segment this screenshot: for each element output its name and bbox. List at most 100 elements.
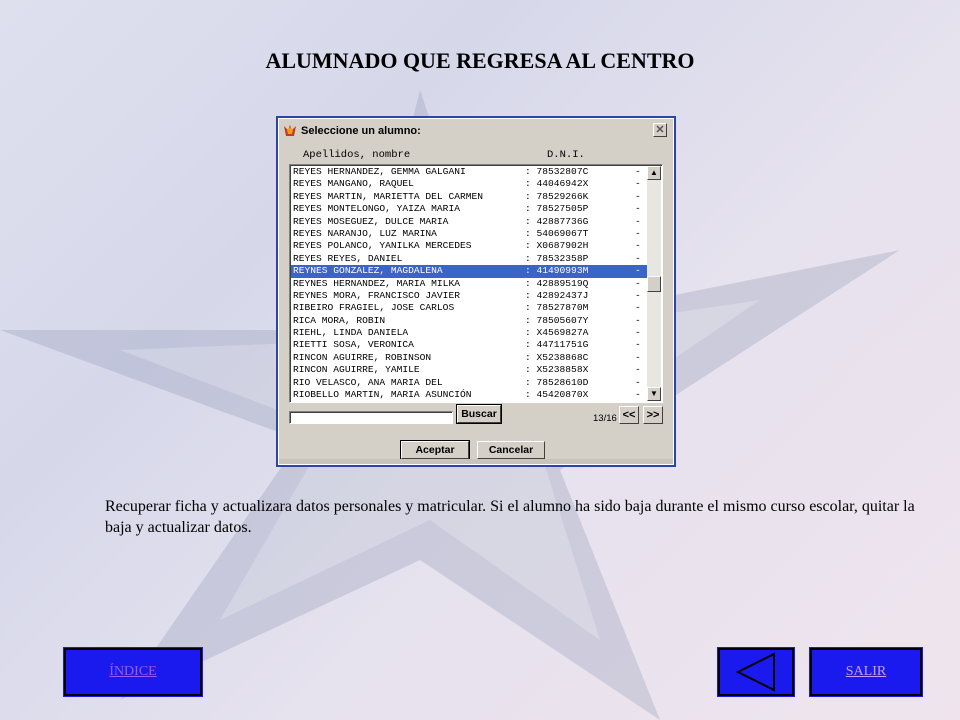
student-dni: : X5238868C [525, 351, 589, 363]
student-name: RINCON AGUIRRE, ROBINSON [293, 351, 432, 363]
row-marker: - [635, 190, 641, 202]
list-item[interactable]: REYNES GONZALEZ, MAGDALENA : 41490993M - [291, 265, 647, 278]
student-dni: : 78527870M [525, 302, 589, 314]
student-name: RINCON AGUIRRE, YAMILE [293, 364, 420, 376]
scroll-down-icon[interactable]: ▼ [647, 387, 661, 401]
student-dni: : 44711751G [525, 339, 589, 351]
student-name: REYES MANGANO, RAQUEL [293, 178, 414, 190]
student-dni: : 78527505P [525, 203, 589, 215]
list-item[interactable]: RIOBELLO MARTIN, MARIA ASUNCIÓN : 4542087… [291, 389, 647, 401]
student-dni: : 78532358P [525, 252, 589, 264]
list-item[interactable]: REYNES MORA, FRANCISCO JAVIER : 42892437J… [291, 290, 647, 302]
list-item[interactable]: RIETTI SOSA, VERONICA : 44711751G - [291, 339, 647, 351]
student-name: REYNES GONZALEZ, MAGDALENA [293, 265, 443, 277]
student-dni: : X4569827A [525, 327, 589, 339]
student-dni: : 42892437J [525, 289, 589, 301]
student-dni: : 78529266K [525, 190, 589, 202]
student-dni: : X5238858X [525, 364, 589, 376]
list-item[interactable]: REYES HERNANDEZ, GEMMA GALGANI : 78532807… [291, 166, 647, 178]
student-name: RIETTI SOSA, VERONICA [293, 339, 414, 351]
student-dni: : X0687902H [525, 240, 589, 252]
student-dni: : 54069067T [525, 227, 589, 239]
list-item[interactable]: REYES MARTIN, MARIETTA DEL CARMEN : 78529… [291, 191, 647, 203]
column-header-dni: D.N.I. [547, 149, 585, 161]
dialog-bottom-strip [279, 459, 673, 464]
previous-page-button[interactable]: << [619, 406, 639, 424]
list-item[interactable]: REYES NARANJO, LUZ MARINA : 54069067T - [291, 228, 647, 240]
row-marker: - [635, 227, 641, 239]
student-name: REYNES HERNANDEZ, MARIA MILKA [293, 277, 460, 289]
student-name: REYES MARTIN, MARIETTA DEL CARMEN [293, 190, 483, 202]
student-dni: : 42887736G [525, 215, 589, 227]
student-name: RIO VELASCO, ANA MARIA DEL [293, 376, 443, 388]
list-item[interactable]: REYES MONTELONGO, YAIZA MARIA: 78527505P… [291, 203, 647, 215]
student-name: REYES NARANJO, LUZ MARINA [293, 227, 437, 239]
row-marker: - [635, 203, 641, 215]
row-marker: - [635, 289, 641, 301]
accept-button[interactable]: Aceptar [400, 440, 470, 460]
student-dni: : 41490993M [525, 265, 589, 277]
row-marker: - [635, 376, 641, 388]
list-item[interactable]: REYES MOSEGUEZ, DULCE MARIA : 42887736G - [291, 216, 647, 228]
dialog-titlebar: Seleccione un alumno: ✕ [281, 121, 671, 141]
app-logo-icon [283, 124, 297, 138]
student-rows: REYES HERNANDEZ, GEMMA GALGANI : 78532807… [291, 166, 647, 401]
student-name: RICA MORA, ROBIN [293, 314, 386, 326]
list-item[interactable]: REYES REYES, DANIEL : 78532358P - [291, 253, 647, 265]
scroll-thumb[interactable] [647, 275, 661, 292]
student-name: REYES REYES, DANIEL [293, 252, 403, 264]
student-dni: : 78505607Y [525, 314, 589, 326]
column-headers: Apellidos, nombre D.N.I. [303, 149, 651, 161]
list-item[interactable]: RINCON AGUIRRE, ROBINSON : X5238868C - [291, 352, 647, 364]
scroll-up-icon[interactable]: ▲ [647, 166, 661, 180]
row-marker: - [635, 277, 641, 289]
student-dni: : 45420870X [525, 389, 589, 401]
exit-button[interactable]: SALIR [809, 647, 923, 697]
row-marker: - [635, 351, 641, 363]
row-marker: - [635, 389, 641, 401]
list-item[interactable]: RIO VELASCO, ANA MARIA DEL : 78528610D - [291, 377, 647, 389]
search-button[interactable]: Buscar [456, 404, 502, 424]
scrollbar[interactable]: ▲ ▼ [647, 166, 661, 401]
row-marker: - [635, 215, 641, 227]
row-marker: - [635, 327, 641, 339]
triangle-left-icon [735, 652, 775, 692]
list-item[interactable]: RIEHL, LINDA DANIELA: X4569827A - [291, 327, 647, 339]
description-text: Recuperar ficha y actualizara datos pers… [105, 498, 915, 536]
page-indicator: 13/16 [593, 413, 617, 424]
row-marker: - [635, 339, 641, 351]
list-item[interactable]: RINCON AGUIRRE, YAMILE : X5238858X - [291, 364, 647, 376]
index-button[interactable]: ÍNDICE [63, 647, 203, 697]
student-dni: : 78532807C [525, 166, 589, 177]
cancel-button[interactable]: Cancelar [477, 441, 545, 459]
list-item[interactable]: RIBEIRO FRAGIEL, JOSE CARLOS: 78527870M - [291, 302, 647, 314]
student-name: REYES MOSEGUEZ, DULCE MARIA [293, 215, 449, 227]
student-name: REYNES MORA, FRANCISCO JAVIER [293, 289, 460, 301]
list-item[interactable]: REYES MANGANO, RAQUEL: 44046942X - [291, 178, 647, 190]
student-list[interactable]: REYES HERNANDEZ, GEMMA GALGANI : 78532807… [289, 164, 663, 403]
row-marker: - [635, 364, 641, 376]
student-dni: : 42889519Q [525, 277, 589, 289]
row-marker: - [635, 265, 641, 277]
student-name: RIOBELLO MARTIN, MARIA ASUNCIÓN [293, 389, 472, 401]
dialog-title: Seleccione un alumno: [301, 125, 421, 137]
student-name: RIBEIRO FRAGIEL, JOSE CARLOS [293, 302, 455, 314]
student-name: REYES HERNANDEZ, GEMMA GALGANI [293, 166, 466, 177]
search-input[interactable] [289, 411, 453, 424]
row-marker: - [635, 314, 641, 326]
select-student-dialog: Seleccione un alumno: ✕ Apellidos, nombr… [276, 116, 676, 467]
exit-label: SALIR [845, 664, 887, 679]
column-header-name: Apellidos, nombre [303, 149, 411, 161]
next-page-button[interactable]: >> [643, 406, 663, 424]
list-item[interactable]: REYES POLANCO, YANILKA MERCEDES : X068790… [291, 240, 647, 252]
row-marker: - [635, 252, 641, 264]
student-dni: : 44046942X [525, 178, 589, 190]
list-item[interactable]: RICA MORA, ROBIN : 78505607Y - [291, 315, 647, 327]
page-title: ALUMNADO QUE REGRESA AL CENTRO [265, 48, 695, 73]
close-icon[interactable]: ✕ [653, 123, 667, 137]
back-button[interactable] [717, 647, 795, 697]
student-dni: : 78528610D [525, 376, 589, 388]
student-name: REYES POLANCO, YANILKA MERCEDES [293, 240, 472, 252]
index-label: ÍNDICE [109, 664, 157, 679]
list-item[interactable]: REYNES HERNANDEZ, MARIA MILKA : 42889519Q… [291, 278, 647, 290]
